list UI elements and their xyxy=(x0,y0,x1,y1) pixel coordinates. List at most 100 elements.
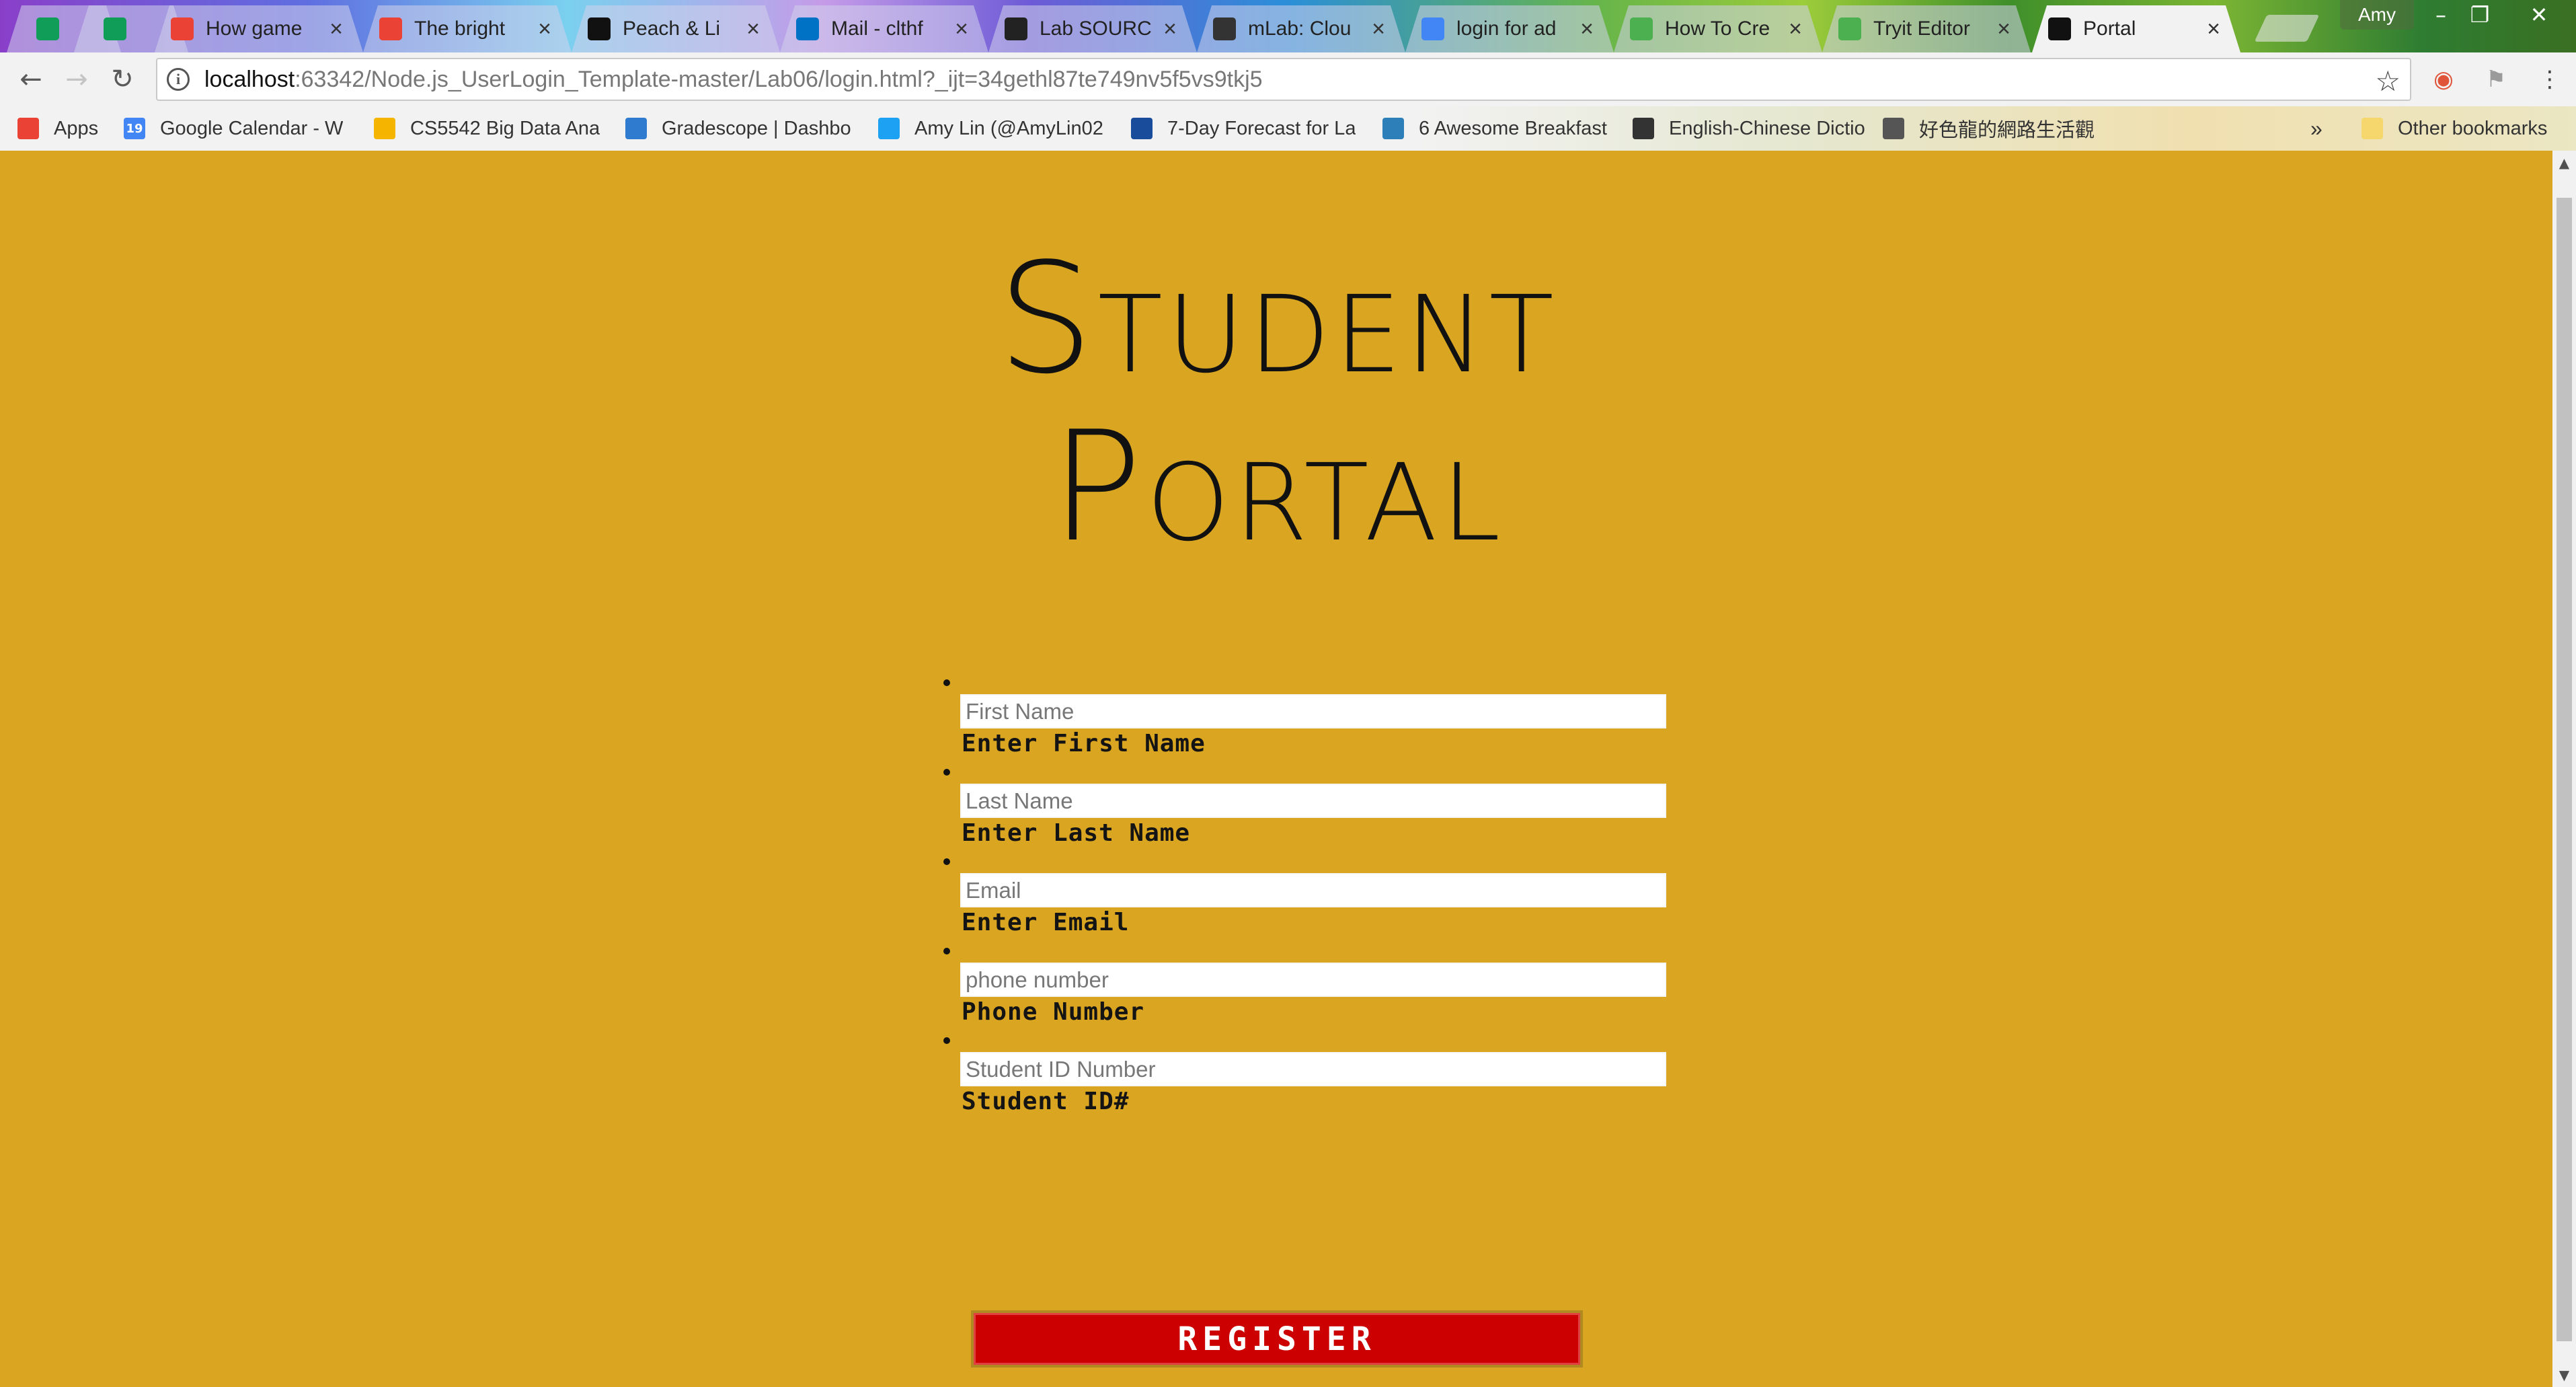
field-label: Phone Number xyxy=(962,998,1145,1026)
form-field: Student ID# xyxy=(940,1037,1680,1127)
tab-close-icon[interactable]: × xyxy=(329,16,343,42)
browser-tab[interactable]: Lab SOURC × xyxy=(988,5,1197,52)
bookmark-item[interactable]: Apps xyxy=(17,113,98,144)
scroll-down-arrow-icon[interactable]: ▼ xyxy=(2552,1363,2576,1387)
register-button[interactable]: REGISTER xyxy=(971,1310,1583,1367)
browser-tab[interactable]: mLab: Clou × xyxy=(1197,5,1405,52)
bookmark-star-icon[interactable]: ☆ xyxy=(2375,65,2401,98)
profile-button[interactable]: Amy xyxy=(2340,0,2414,30)
bookmark-item[interactable]: 6 Awesome Breakfast xyxy=(1382,113,1607,144)
close-window-button[interactable]: ✕ xyxy=(2515,0,2563,30)
restore-button[interactable]: ❐ xyxy=(2456,0,2504,30)
tab-close-icon[interactable]: × xyxy=(746,16,760,42)
bookmark-label: 7-Day Forecast for La xyxy=(1167,117,1356,139)
form-field: Enter Last Name xyxy=(940,769,1680,858)
browser-tab[interactable]: Tryit Editor × xyxy=(1822,5,2031,52)
bookmarks-overflow-button[interactable]: » xyxy=(2310,113,2323,144)
forward-arrow-icon[interactable]: → xyxy=(59,62,94,97)
list-bullet xyxy=(943,858,950,865)
browser-tab[interactable]: Mail - clthf × xyxy=(780,5,988,52)
bookmark-item[interactable]: 7-Day Forecast for La xyxy=(1131,113,1356,144)
field-label: Enter Last Name xyxy=(962,819,1191,847)
w3-icon xyxy=(1838,17,1861,40)
tab-title: Lab SOURC xyxy=(1040,17,1152,40)
browser-tab[interactable]: How game × xyxy=(155,5,363,52)
tab-close-icon[interactable]: × xyxy=(1997,16,2011,42)
list-bullet xyxy=(943,679,950,686)
sheets-icon xyxy=(104,17,126,40)
browser-toolbar: ← → ↻ i localhost :63342/Node.js_UserLog… xyxy=(0,52,2576,106)
new-tab-button[interactable] xyxy=(2254,15,2320,42)
registration-form: Enter First Name Enter Last Name Enter Ema… xyxy=(940,679,1680,1127)
browser-tab[interactable]: Portal × xyxy=(2032,5,2240,52)
text-input[interactable] xyxy=(960,694,1666,728)
tab-title: login for ad xyxy=(1456,17,1557,40)
scroll-up-arrow-icon[interactable]: ▲ xyxy=(2552,151,2576,175)
mlab-icon xyxy=(1213,17,1236,40)
outlook-icon xyxy=(796,17,819,40)
pdf-extension-icon[interactable]: ⚑ xyxy=(2481,65,2511,94)
menu-kebab-icon[interactable]: ⋮ xyxy=(2535,65,2565,94)
bookmark-item[interactable]: 好色龍的網路生活觀 xyxy=(1883,113,2095,144)
browser-tab[interactable]: Peach & Li × xyxy=(572,5,780,52)
reload-icon[interactable]: ↻ xyxy=(105,62,140,97)
browser-tab[interactable]: login for ad × xyxy=(1405,5,1614,52)
avatar-icon xyxy=(1883,118,1904,139)
bookmark-label: 好色龍的網路生活觀 xyxy=(1919,120,2095,141)
tab-title: Tryit Editor xyxy=(1873,17,1970,40)
twitter-icon xyxy=(878,118,900,139)
info-icon[interactable]: i xyxy=(167,68,190,91)
form-field: Phone Number xyxy=(940,948,1680,1037)
page-title: Student Portal xyxy=(807,235,1748,572)
url-path: :63342/Node.js_UserLogin_Template-master… xyxy=(295,66,1263,92)
tab-title: Mail - clthf xyxy=(831,17,923,40)
list-bullet xyxy=(943,769,950,776)
tab-close-icon[interactable]: × xyxy=(538,16,551,42)
scroll-thumb[interactable] xyxy=(2557,198,2572,1341)
bookmark-label: English-Chinese Dictio xyxy=(1669,117,1865,139)
bookmark-label: Amy Lin (@AmyLin02 xyxy=(914,117,1103,139)
tab-close-icon[interactable]: × xyxy=(955,16,968,42)
chart-icon xyxy=(625,118,647,139)
tab-close-icon[interactable]: × xyxy=(1163,16,1177,42)
text-input[interactable] xyxy=(960,1052,1666,1086)
url-host: localhost xyxy=(204,66,295,92)
browser-tab[interactable]: How To Cre × xyxy=(1614,5,1822,52)
text-input[interactable] xyxy=(960,963,1666,997)
tab-strip: How game × The bright × Peach & Li × Mail - cl… xyxy=(0,0,2576,52)
gmail-icon xyxy=(171,17,194,40)
tab-close-icon[interactable]: × xyxy=(1580,16,1594,42)
bookmark-item[interactable]: Amy Lin (@AmyLin02 xyxy=(878,113,1103,144)
title-line-1: Student xyxy=(997,231,1558,408)
address-bar[interactable]: i localhost :63342/Node.js_UserLogin_Tem… xyxy=(156,58,2411,101)
bookmark-item[interactable]: 19 Google Calendar - W xyxy=(124,113,343,144)
bb-icon xyxy=(1005,17,1027,40)
w3-icon xyxy=(1630,17,1653,40)
extension-icon[interactable]: ◉ xyxy=(2429,65,2458,94)
tab-title: mLab: Clou xyxy=(1248,17,1352,40)
back-arrow-icon[interactable]: ← xyxy=(13,62,48,97)
bookmark-item[interactable]: CS5542 Big Data Ana xyxy=(374,113,600,144)
bookmark-item[interactable]: English-Chinese Dictio xyxy=(1633,113,1865,144)
list-bullet xyxy=(943,948,950,954)
field-label: Enter First Name xyxy=(962,730,1206,757)
text-input[interactable] xyxy=(960,873,1666,907)
folder-icon xyxy=(2362,118,2383,139)
field-label: Student ID# xyxy=(962,1088,1130,1115)
other-bookmarks-folder[interactable]: Other bookmarks xyxy=(2362,113,2547,144)
tab-title: How game xyxy=(206,17,303,40)
bookmark-label: CS5542 Big Data Ana xyxy=(410,117,600,139)
tab-close-icon[interactable]: × xyxy=(2207,16,2220,42)
text-input[interactable] xyxy=(960,784,1666,818)
page-scrollbar[interactable]: ▲ ▼ xyxy=(2552,151,2576,1387)
bookmark-item[interactable]: Gradescope | Dashbo xyxy=(625,113,851,144)
ws-icon xyxy=(2048,17,2071,40)
b-icon xyxy=(588,17,611,40)
browser-tab[interactable]: The bright × xyxy=(363,5,572,52)
tab-close-icon[interactable]: × xyxy=(1789,16,1802,42)
calendar-icon: 19 xyxy=(124,118,145,139)
apps-grid-icon xyxy=(17,118,39,139)
title-line-2: Portal xyxy=(1050,399,1505,576)
tab-close-icon[interactable]: × xyxy=(1372,16,1385,42)
bookmark-label: Google Calendar - W xyxy=(160,117,344,139)
